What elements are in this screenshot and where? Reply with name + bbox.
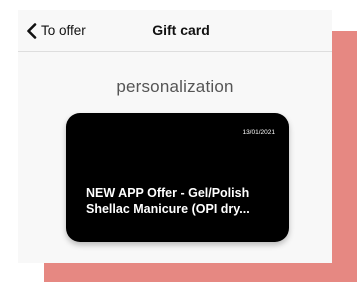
gift-card-screen: To offer Gift card personalization 13/01… [18,10,332,263]
gift-card-preview[interactable]: 13/01/2021 NEW APP Offer - Gel/Polish Sh… [66,113,289,242]
screenshot-stage: To offer Gift card personalization 13/01… [0,0,360,283]
gift-card-offer-line-1: NEW APP Offer - Gel/Polish [86,186,250,200]
navigation-bar: To offer Gift card [18,10,332,52]
gift-card-date: 13/01/2021 [242,129,275,136]
gift-card-offer-line-2: Shellac Manicure (OPI dry... [86,202,250,216]
page-title: Gift card [152,22,210,38]
gift-card-offer-text: NEW APP Offer - Gel/Polish Shellac Manic… [86,185,281,217]
personalization-heading: personalization [116,77,234,96]
